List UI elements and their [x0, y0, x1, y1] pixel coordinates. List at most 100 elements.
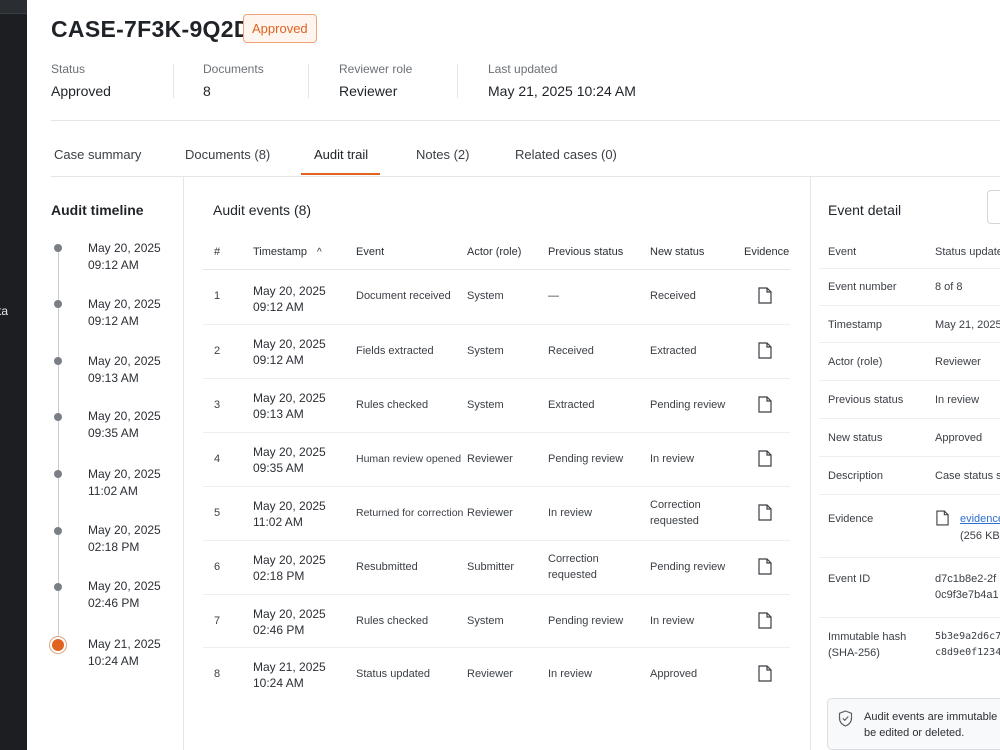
detail-divider — [819, 557, 1000, 558]
timeline-item-2[interactable]: May 20, 2025 09:12 AM — [88, 296, 161, 330]
column-header-previous-status[interactable]: Previous status — [548, 246, 623, 258]
timeline-dot[interactable] — [54, 527, 62, 535]
detail-value-actor: Reviewer — [935, 356, 981, 368]
row-new-status: Correction requested — [650, 499, 701, 527]
detail-value-event: Status update — [935, 246, 1000, 258]
timeline-dot[interactable] — [54, 470, 62, 478]
active-tab-indicator — [301, 173, 380, 175]
row-number: 5 — [214, 507, 221, 519]
detail-value-event-id: d7c1b8e2-2f 0c9f3e7b4a1 — [935, 571, 999, 603]
column-header-actor[interactable]: Actor (role) — [467, 246, 521, 258]
document-icon[interactable] — [758, 558, 772, 575]
timeline-item-5[interactable]: May 20, 2025 11:02 AM — [88, 466, 161, 500]
column-header-event[interactable]: Event — [356, 246, 384, 258]
timeline-time: 09:35 AM — [88, 426, 139, 440]
row-number: 2 — [214, 345, 221, 357]
document-icon[interactable] — [758, 396, 772, 413]
column-header-evidence[interactable]: Evidence — [744, 246, 789, 258]
row-timestamp: May 20, 2025 09:35 AM — [253, 444, 326, 476]
main-panel: CASE-7F3K-9Q2D Approved Status Approved … — [27, 0, 1000, 750]
document-icon[interactable] — [758, 450, 772, 467]
timeline-date: May 21, 2025 — [88, 637, 161, 651]
timeline-dot[interactable] — [54, 244, 62, 252]
timeline-dot[interactable] — [54, 300, 62, 308]
timeline-dot[interactable] — [54, 413, 62, 421]
row-new-status: Extracted — [650, 345, 697, 357]
meta-last-updated: Last updated May 21, 2025 10:24 AM — [488, 62, 636, 102]
hash-line-1: 5b3e9a2d6c7 — [935, 631, 1000, 642]
detail-label-previous-status: Previous status — [828, 394, 904, 406]
row-new-status: Pending review — [650, 399, 726, 411]
sidebar-clipped-label[interactable]: ta — [0, 304, 8, 318]
timeline-item-1[interactable]: May 20, 2025 09:12 AM — [88, 240, 161, 274]
detail-value-hash: 5b3e9a2d6c7 c8d9e0f12345 — [935, 629, 1000, 661]
tab-related-cases[interactable]: Related cases (0) — [515, 147, 617, 162]
tab-documents[interactable]: Documents (8) — [185, 147, 270, 162]
table-header-divider — [203, 269, 790, 270]
timeline-item-6[interactable]: May 20, 2025 02:18 PM — [88, 522, 161, 556]
detail-label-event-id: Event ID — [828, 573, 871, 585]
timeline-date: May 20, 2025 — [88, 354, 161, 368]
meta-separator — [457, 64, 458, 98]
tab-case-summary[interactable]: Case summary — [54, 147, 141, 162]
detail-value-timestamp: May 21, 2025 — [935, 319, 1000, 331]
row-timestamp: May 20, 2025 02:18 PM — [253, 552, 326, 584]
row-divider — [203, 594, 790, 595]
document-icon[interactable] — [758, 342, 772, 359]
row-event: Document received — [356, 290, 451, 302]
row-previous-status: In review — [548, 668, 593, 680]
row-new-status: In review — [650, 615, 695, 627]
row-date: May 21, 2025 — [253, 660, 326, 674]
detail-value-event-number: 8 of 8 — [935, 281, 963, 293]
row-timestamp: May 21, 2025 10:24 AM — [253, 659, 326, 691]
meta-status: Status Approved — [51, 62, 111, 102]
row-date: May 20, 2025 — [253, 553, 326, 567]
row-actor: Reviewer — [467, 668, 513, 680]
row-actor: Submitter — [467, 561, 515, 573]
evidence-size: (256 KB — [960, 530, 1000, 542]
detail-action-button[interactable] — [987, 190, 1000, 224]
meta-reviewer-role-label: Reviewer role — [339, 62, 413, 76]
row-timestamp: May 20, 2025 02:46 PM — [253, 606, 326, 638]
timeline-dot-current[interactable] — [52, 639, 64, 651]
timeline-item-3[interactable]: May 20, 2025 09:13 AM — [88, 353, 161, 387]
timeline-item-4[interactable]: May 20, 2025 09:35 AM — [88, 408, 161, 442]
timeline-item-8[interactable]: May 21, 2025 10:24 AM — [88, 636, 161, 670]
row-actor: Reviewer — [467, 453, 513, 465]
row-number: 6 — [214, 561, 221, 573]
tab-notes[interactable]: Notes (2) — [416, 147, 469, 162]
evidence-link[interactable]: evidence — [960, 511, 1000, 527]
row-event: Rules checked — [356, 615, 429, 627]
row-time: 11:02 AM — [253, 515, 303, 529]
row-time: 09:12 AM — [253, 300, 304, 314]
column-header-number[interactable]: # — [214, 246, 220, 258]
column-header-timestamp-label: Timestamp — [253, 246, 307, 258]
row-event: Rules checked — [356, 399, 429, 411]
detail-divider — [819, 617, 1000, 618]
timeline-dot[interactable] — [54, 357, 62, 365]
row-number: 1 — [214, 290, 221, 302]
meta-reviewer-role: Reviewer role Reviewer — [339, 62, 412, 102]
timeline-dot[interactable] — [54, 583, 62, 591]
sidebar-topbar — [0, 0, 27, 14]
detail-label-timestamp: Timestamp — [828, 319, 882, 331]
document-icon[interactable] — [758, 504, 772, 521]
timeline-item-7[interactable]: May 20, 2025 02:46 PM — [88, 578, 161, 612]
row-actor: System — [467, 399, 504, 411]
meta-separator — [308, 64, 309, 98]
row-timestamp: May 20, 2025 09:12 AM — [253, 283, 326, 315]
meta-status-value: Approved — [51, 83, 111, 99]
document-icon[interactable] — [758, 287, 772, 304]
evidence-link-text[interactable]: evidence — [960, 513, 1000, 525]
document-icon[interactable] — [758, 612, 772, 629]
column-header-timestamp[interactable]: Timestamp ^ — [253, 246, 322, 258]
row-actor: Reviewer — [467, 507, 513, 519]
document-icon[interactable] — [758, 665, 772, 682]
document-icon — [936, 510, 949, 526]
tab-audit-trail[interactable]: Audit trail — [314, 147, 368, 162]
column-header-new-status[interactable]: New status — [650, 246, 704, 258]
row-time: 09:13 AM — [253, 407, 304, 421]
detail-label-evidence: Evidence — [828, 513, 874, 525]
timeline-title: Audit timeline — [51, 202, 144, 218]
row-divider — [203, 432, 790, 433]
